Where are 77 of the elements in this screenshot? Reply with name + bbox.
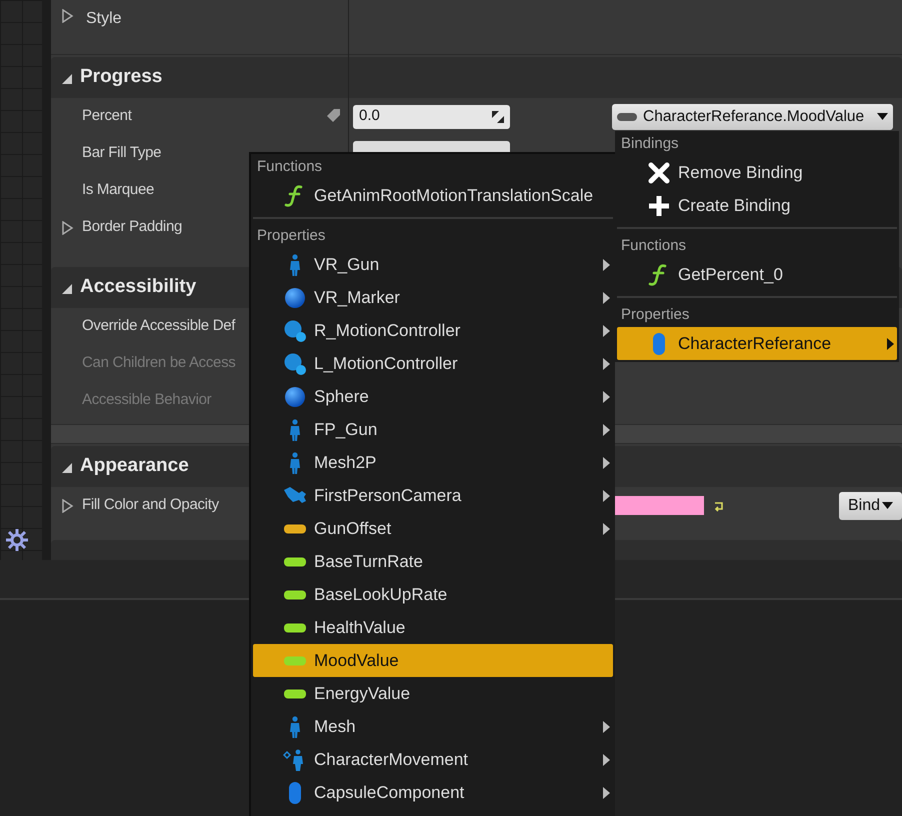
property-label: Percent bbox=[82, 106, 132, 126]
submenu-arrow-icon bbox=[602, 390, 611, 404]
variable-icon bbox=[283, 688, 307, 698]
property-label: Bar Fill Type bbox=[82, 143, 162, 164]
bind-button[interactable]: Bind bbox=[839, 492, 902, 520]
variable-icon bbox=[283, 556, 307, 566]
submenu-arrow-icon bbox=[602, 324, 611, 338]
property-label: Can Children be Access bbox=[82, 353, 236, 374]
menu-item[interactable]: Mesh2P bbox=[253, 446, 613, 479]
spheres-icon bbox=[283, 352, 307, 376]
property-label: Override Accessible Def bbox=[82, 316, 236, 336]
submenu-arrow-icon bbox=[886, 336, 895, 350]
menu-item[interactable]: HealthValue bbox=[253, 611, 613, 644]
property-label: Is Marquee bbox=[82, 180, 154, 200]
menu-item[interactable]: BaseTurnRate bbox=[253, 545, 613, 578]
submenu-arrow-icon bbox=[602, 356, 611, 370]
menu-item[interactable]: CapsuleComponent bbox=[253, 776, 613, 809]
menu-item[interactable]: L_MotionController bbox=[253, 347, 613, 380]
resize-icon bbox=[492, 110, 504, 122]
section-header: Progress bbox=[80, 65, 162, 90]
menu-item[interactable]: Remove Binding bbox=[617, 156, 897, 189]
menu-item[interactable]: FP_Gun bbox=[253, 413, 613, 446]
menu-heading: Properties bbox=[620, 305, 690, 325]
menu-item[interactable]: CharacterMovement bbox=[253, 743, 613, 776]
submenu-arrow-icon bbox=[602, 720, 611, 734]
property-label: Style bbox=[86, 9, 122, 29]
menu-heading: Functions bbox=[620, 236, 688, 256]
menu-heading: Bindings bbox=[620, 134, 680, 154]
menu-item[interactable]: GunOffset bbox=[253, 512, 613, 545]
menu-item[interactable]: VR_Marker bbox=[253, 281, 613, 314]
menu-item[interactable]: Mesh bbox=[253, 710, 613, 743]
submenu-arrow-icon bbox=[602, 522, 611, 536]
menu-item[interactable]: FirstPersonCamera bbox=[253, 479, 613, 512]
plus-icon bbox=[647, 194, 671, 218]
property-label: Border Padding bbox=[82, 217, 182, 238]
menu-item[interactable]: Create Binding bbox=[617, 189, 897, 222]
submenu-arrow-icon bbox=[602, 786, 611, 800]
menu-item[interactable]: GetAnimRootMotionTranslationScale bbox=[253, 179, 613, 212]
menu-item[interactable]: R_MotionController bbox=[253, 314, 613, 347]
number-field[interactable]: 0.0 bbox=[353, 104, 510, 128]
section-header: Accessibility bbox=[80, 275, 196, 300]
caret-icon bbox=[882, 502, 894, 510]
binding-dropdown[interactable]: CharacterReferance.MoodValue bbox=[612, 104, 893, 130]
submenu-arrow-icon bbox=[602, 752, 611, 766]
tag-icon[interactable] bbox=[326, 107, 342, 123]
menu-item[interactable]: GetPercent_0 bbox=[617, 258, 897, 291]
variable-icon bbox=[283, 524, 307, 534]
submenu-arrow-icon bbox=[602, 258, 611, 272]
variable-icon bbox=[283, 622, 307, 632]
close-icon bbox=[647, 160, 671, 184]
variable-icon bbox=[617, 112, 637, 122]
menu-item[interactable]: Sphere bbox=[253, 380, 613, 413]
sphere-icon bbox=[283, 286, 307, 310]
reset-icon[interactable] bbox=[713, 500, 725, 512]
settings-icon[interactable] bbox=[4, 527, 30, 553]
menu-item[interactable]: BaseLookUpRate bbox=[253, 578, 613, 611]
collapsed-arrow-icon[interactable] bbox=[60, 220, 74, 234]
menu-heading: Properties bbox=[256, 226, 326, 246]
submenu-arrow-icon bbox=[602, 488, 611, 502]
submenu-arrow-icon bbox=[602, 290, 611, 304]
variable-icon bbox=[283, 590, 307, 600]
property-label: Accessible Behavior bbox=[82, 390, 212, 410]
collapsed-arrow-icon[interactable] bbox=[60, 9, 74, 23]
menu-heading: Functions bbox=[256, 157, 324, 177]
menu-item[interactable]: MoodValue bbox=[253, 644, 613, 677]
section-header: Appearance bbox=[80, 454, 189, 478]
property-label: Fill Color and Opacity bbox=[82, 495, 219, 516]
spheres-icon bbox=[283, 318, 307, 342]
submenu-arrow-icon bbox=[602, 422, 611, 436]
menu-item[interactable]: CharacterReferance bbox=[617, 327, 897, 360]
collapsed-arrow-icon[interactable] bbox=[60, 498, 74, 512]
sphere-icon bbox=[283, 384, 307, 408]
menu-item[interactable]: VR_Gun bbox=[253, 248, 613, 281]
menu-item[interactable]: EnergyValue bbox=[253, 677, 613, 710]
variable-icon bbox=[283, 656, 307, 666]
submenu-arrow-icon bbox=[602, 456, 611, 470]
caret-icon bbox=[877, 112, 888, 120]
